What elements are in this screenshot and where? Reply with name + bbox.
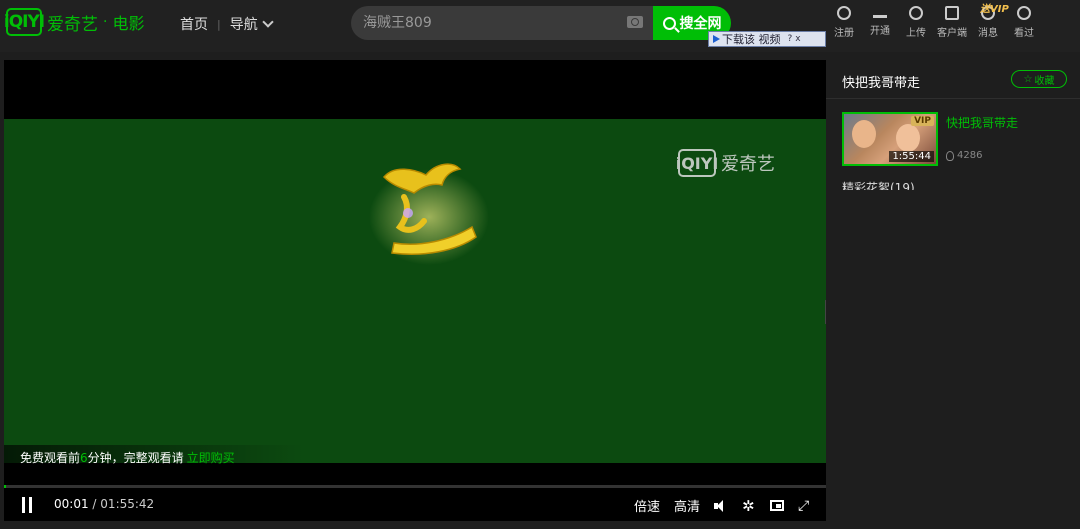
video-thumbnail[interactable]: VIP 1:55:44	[842, 112, 938, 166]
download-label: 下载该 视频	[722, 33, 781, 46]
favorite-label: 收藏	[1034, 75, 1055, 87]
thumbnail-figure	[896, 124, 920, 152]
camera-icon[interactable]	[627, 16, 643, 28]
buy-now-link[interactable]: 立即购买	[187, 451, 235, 465]
toolbar-register[interactable]: 注册	[826, 4, 862, 39]
video-card-title[interactable]: 快把我哥带走	[946, 114, 1066, 131]
picture-in-picture-icon[interactable]	[770, 500, 784, 511]
upload-icon	[909, 6, 923, 20]
toolbar-history-label: 看过	[1014, 28, 1034, 39]
watermark-text: 爱奇艺	[721, 154, 775, 175]
download-button[interactable]: 下载该 视频	[709, 31, 785, 47]
toolbar-register-label: 注册	[834, 28, 854, 39]
trial-text-after: 分钟，完整观看请	[87, 451, 184, 465]
video-frame[interactable]: iQIYI 爱奇艺	[4, 119, 826, 463]
toolbar-messages-label: 消息	[978, 28, 998, 39]
chevron-down-icon[interactable]	[262, 16, 274, 28]
view-count: 4286	[957, 150, 983, 161]
site-logo[interactable]: iQIYI 爱奇艺 · 电影	[4, 8, 144, 36]
video-duration: 1:55:44	[889, 151, 934, 162]
search-icon	[662, 16, 676, 30]
time-separator: /	[92, 497, 97, 511]
logo-separator: ·	[103, 14, 108, 30]
user-icon	[837, 6, 851, 20]
pause-icon[interactable]	[20, 497, 34, 513]
play-triangle-icon	[713, 35, 720, 43]
trial-notice: 免费观看前6分钟，完整观看请 立即购买	[4, 445, 304, 471]
search-input[interactable]	[363, 14, 613, 30]
video-views: 4286	[946, 150, 982, 161]
trial-minutes: 6	[80, 451, 88, 465]
search-button-label: 搜全网	[679, 16, 722, 32]
trial-text-before: 免费观看前	[20, 451, 81, 465]
video-card[interactable]: VIP 1:55:44 快把我哥带走 4286	[842, 112, 1018, 166]
sidebar-divider	[826, 98, 1080, 99]
time-total: 01:55:42	[100, 497, 155, 511]
sidebar-title: 快把我哥带走	[842, 76, 921, 91]
clips-section-label[interactable]: 精彩花絮(19)	[842, 179, 915, 190]
download-video-bar[interactable]: 下载该 视频 ? x	[708, 31, 826, 47]
quality-button[interactable]: 高清	[674, 496, 700, 515]
thumbnail-figure	[852, 120, 876, 148]
speed-button[interactable]: 倍速	[634, 496, 660, 515]
favorite-button[interactable]: ☆ 收藏	[1011, 70, 1067, 88]
watermark-mark: iQIYI	[676, 149, 718, 177]
volume-icon[interactable]	[714, 499, 728, 512]
flame-icon	[946, 150, 954, 161]
toolbar-client-label: 客户端	[937, 28, 967, 39]
video-player[interactable]: iQIYI 爱奇艺 免费观看前6分钟，完整观看请 立即购买 00:01 / 01:…	[4, 60, 826, 521]
toolbar-vip[interactable]: 开通	[862, 4, 898, 39]
time-current: 00:01	[54, 497, 89, 511]
nav-divider: |	[217, 17, 221, 31]
video-watermark: iQIYI 爱奇艺	[676, 149, 775, 177]
logo-text: 爱奇艺	[47, 14, 98, 35]
vip-promo-tag[interactable]: 送VIP	[980, 0, 1009, 15]
search-box	[351, 6, 653, 40]
sidebar: 快把我哥带走 ☆ 收藏 VIP 1:55:44 快把我哥带走 4286 精彩花絮…	[826, 60, 1080, 529]
nav-guide[interactable]: 导航	[230, 14, 258, 34]
nav-home[interactable]: 首页	[180, 14, 208, 34]
user-toolbar: 注册 开通 上传 客户端 消息 看过	[826, 4, 1042, 39]
top-bar: iQIYI 爱奇艺 · 电影 首页 | 导航 搜全网 下载该 视频 ? x 注册…	[0, 0, 1080, 52]
channel-name[interactable]: 电影	[112, 10, 144, 34]
history-icon	[1017, 6, 1031, 20]
toolbar-upload[interactable]: 上传	[898, 4, 934, 39]
toolbar-vip-label: 开通	[870, 26, 890, 37]
help-icon[interactable]: ?	[788, 34, 793, 44]
gear-icon[interactable]: ✲	[742, 498, 756, 513]
main-nav: 首页 | 导航	[180, 14, 274, 34]
fullscreen-icon[interactable]: ⤢	[798, 499, 812, 513]
logo-mark: iQIYI	[4, 8, 45, 36]
time-display: 00:01 / 01:55:42	[54, 497, 154, 511]
player-right-controls: 倍速 高清 ✲ ⤢	[634, 496, 812, 515]
toolbar-history[interactable]: 看过	[1006, 4, 1042, 39]
crown-icon	[873, 6, 887, 18]
client-icon	[945, 6, 959, 20]
vip-badge: VIP	[911, 116, 934, 126]
toolbar-client[interactable]: 客户端	[934, 4, 970, 39]
close-icon[interactable]: x	[795, 34, 800, 44]
toolbar-upload-label: 上传	[906, 28, 926, 39]
player-controls: 00:01 / 01:55:42 倍速 高清 ✲ ⤢	[4, 488, 826, 521]
iqiyi-dragon-logo	[369, 163, 489, 265]
star-icon: ☆	[1023, 73, 1033, 85]
